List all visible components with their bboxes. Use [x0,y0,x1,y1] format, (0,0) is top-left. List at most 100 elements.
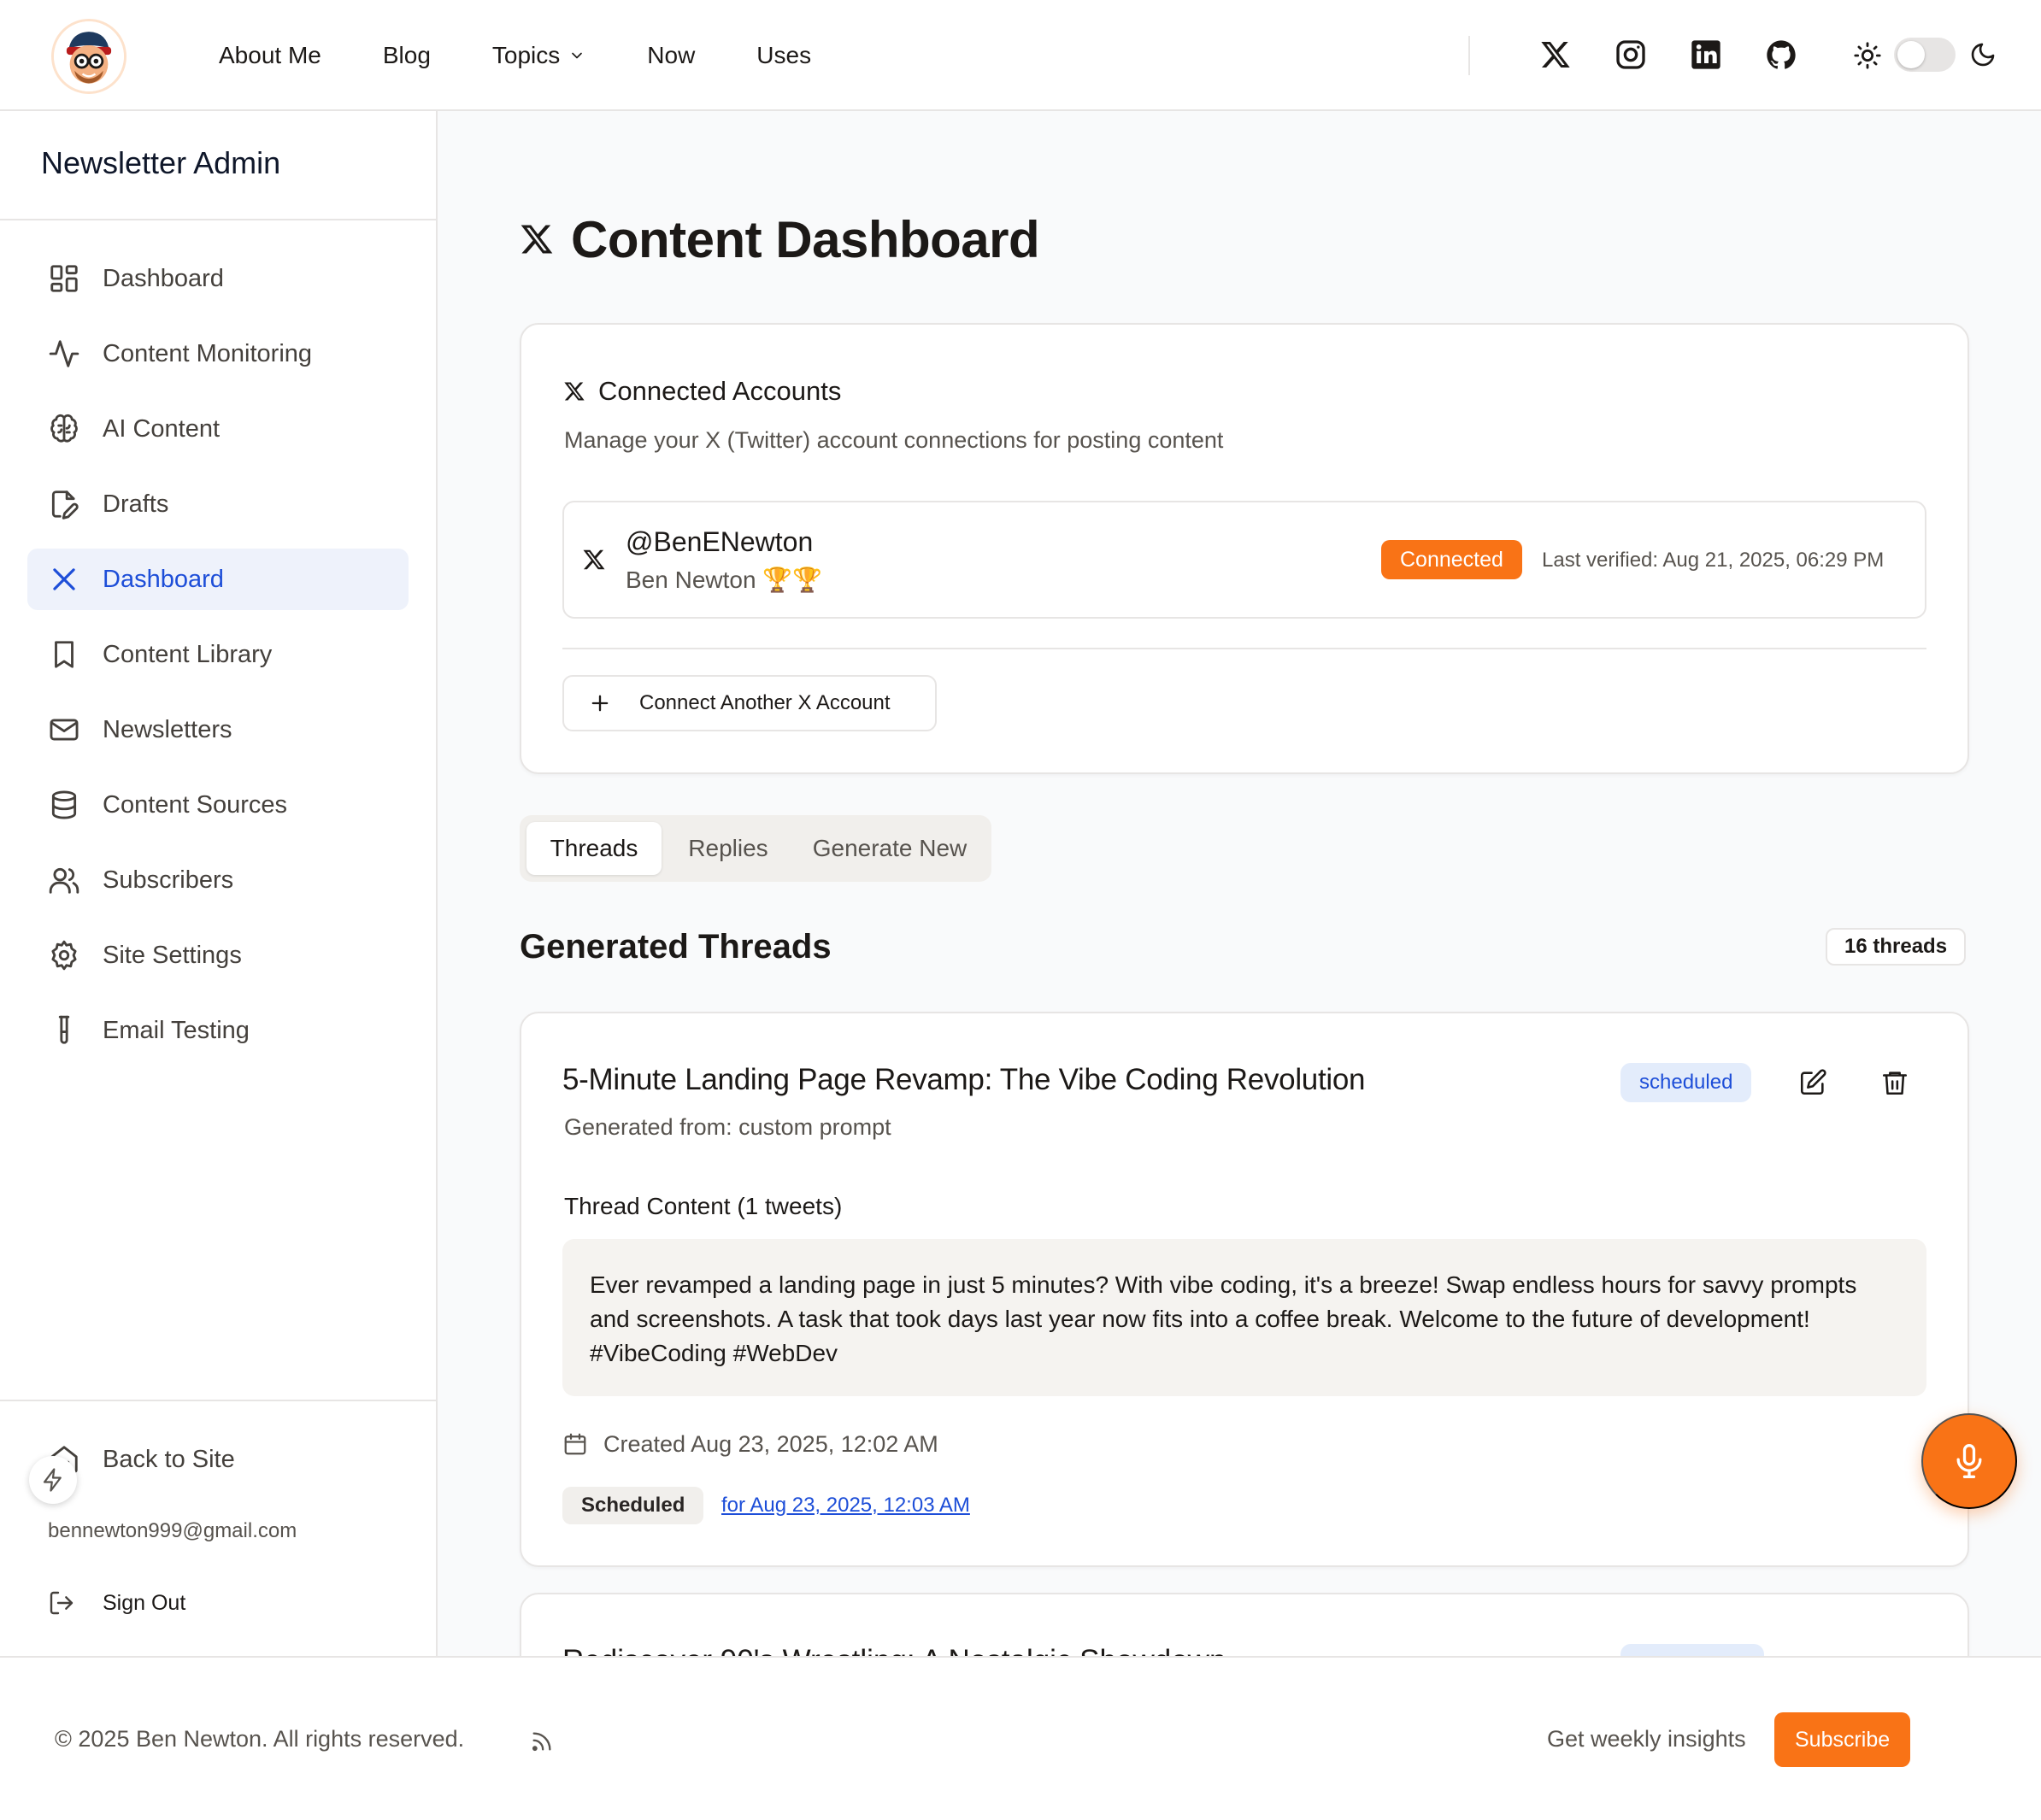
section-title: Generated Threads [520,928,832,966]
microphone-icon [1950,1442,1988,1480]
layout-grid-icon [48,262,80,295]
nav-label: Blog [382,42,431,68]
admin-sidebar: Newsletter Admin Dashboard Content Monit… [0,111,438,1656]
thread-content-heading: Thread Content (1 tweets) [564,1193,843,1219]
card-divider [562,648,1926,649]
theme-toggle-knob [1897,41,1925,68]
bookmark-icon [48,638,80,671]
moon-icon [1969,41,1997,68]
instagram-icon[interactable] [1614,38,1648,72]
sidebar-item-label: Dashboard [103,264,224,292]
sidebar-item-content-library[interactable]: Content Library [27,624,409,685]
sidebar-item-label: Site Settings [103,941,242,969]
site-footer: © 2025 Ben Newton. All rights reserved. … [0,1656,2041,1820]
x-icon [48,563,80,596]
sidebar-title: Newsletter Admin [41,145,281,180]
x-icon[interactable] [1538,38,1573,72]
calendar-icon [562,1431,588,1457]
back-to-site-label: Back to Site [103,1445,235,1473]
last-verified: Last verified: Aug 21, 2025, 06:29 PM [1542,549,1885,572]
sidebar-item-label: Content Sources [103,790,288,819]
page-title-text: Content Dashboard [571,210,1040,268]
sidebar-item-site-settings[interactable]: Site Settings [27,925,409,986]
subscribe-button[interactable]: Subscribe [1774,1712,1911,1767]
quick-action-badge[interactable] [29,1456,77,1504]
x-logo-icon [562,379,586,403]
sidebar-bottom-divider [0,1400,436,1401]
user-email: bennewton999@gmail.com [48,1519,297,1542]
sidebar-item-label: AI Content [103,414,221,443]
sidebar-item-ai-content[interactable]: AI Content [27,398,409,460]
github-icon[interactable] [1764,38,1798,72]
sidebar-item-label: Newsletters [103,715,232,743]
voice-input-button[interactable] [1921,1413,2017,1509]
sidebar-item-drafts[interactable]: Drafts [27,473,409,535]
sidebar-item-label: Email Testing [103,1016,250,1044]
top-navigation: About Me Blog Topics Now Uses [0,0,2041,111]
account-name: Ben Newton 🏆🏆 [626,567,823,593]
tab-generate-new[interactable]: Generate New [795,822,985,875]
mail-icon [48,713,80,746]
rss-icon[interactable] [530,1729,554,1753]
thread-count-badge: 16 threads [1826,928,1967,966]
nav-topics-dropdown[interactable]: Topics [492,42,585,69]
sidebar-item-label: Dashboard [103,565,224,593]
test-tube-icon [48,1014,80,1047]
linkedin-icon[interactable] [1689,38,1723,72]
nav-label: Now [647,42,696,68]
sidebar-item-subscribers[interactable]: Subscribers [27,849,409,911]
nav-blog[interactable]: Blog [383,42,431,69]
connect-account-label: Connect Another X Account [639,691,891,714]
sidebar-item-x-dashboard[interactable]: Dashboard [27,549,409,610]
theme-toggle[interactable] [1894,38,1956,72]
sidebar-item-content-monitoring[interactable]: Content Monitoring [27,323,409,385]
edit-icon[interactable] [1798,1068,1827,1097]
chevron-down-icon [568,47,585,64]
users-icon [48,864,80,896]
sidebar-item-label: Content Monitoring [103,339,313,367]
subscribe-cta-text: Get weekly insights [1547,1726,1746,1752]
sidebar-item-dashboard[interactable]: Dashboard [27,248,409,309]
activity-icon [48,338,80,370]
nav-now[interactable]: Now [647,42,695,69]
sidebar-divider [0,219,436,220]
created-text: Created Aug 23, 2025, 12:02 AM [603,1430,938,1457]
tweet-content: Ever revamped a landing page in just 5 m… [562,1239,1926,1396]
scheduled-badge: Scheduled [562,1487,704,1524]
site-logo-avatar[interactable] [51,19,126,94]
sidebar-item-content-sources[interactable]: Content Sources [27,774,409,836]
sidebar-item-email-testing[interactable]: Email Testing [27,1000,409,1061]
card-header: Connected Accounts [562,374,841,408]
nav-uses[interactable]: Uses [756,42,811,69]
account-handle: @BenENewton [626,526,814,557]
sidebar-item-newsletters[interactable]: Newsletters [27,699,409,760]
status-badge: Connected [1381,540,1522,579]
card-subtitle: Manage your X (Twitter) account connecti… [564,427,1224,453]
sidebar-item-label: Content Library [103,640,273,668]
copyright: © 2025 Ben Newton. All rights reserved. [55,1726,465,1752]
nav-about-me[interactable]: About Me [219,42,321,69]
thread-source: Generated from: custom prompt [564,1114,891,1140]
x-logo-icon [581,547,607,572]
nav-label: Uses [756,42,812,68]
gear-icon [48,939,80,972]
nav-divider [1468,36,1470,75]
sign-out-label: Sign Out [103,1590,186,1615]
tab-threads[interactable]: Threads [526,822,662,875]
lightning-icon [40,1467,66,1493]
sidebar-item-label: Drafts [103,490,169,518]
main-nav: About Me Blog Topics Now Uses [219,0,873,111]
connect-account-button[interactable]: Connect Another X Account [562,675,937,731]
trash-icon[interactable] [1880,1068,1909,1097]
plus-icon [588,691,612,715]
page-title: Content Dashboard [518,207,1040,272]
sign-out-button[interactable]: Sign Out [48,1584,185,1622]
nav-label: Topics [491,42,561,68]
thread-title: 5-Minute Landing Page Revamp: The Vibe C… [562,1063,1366,1096]
thread-card: 5-Minute Landing Page Revamp: The Vibe C… [520,1012,1969,1567]
sidebar-item-back-to-site[interactable]: Back to Site [27,1429,409,1490]
tab-replies[interactable]: Replies [665,822,791,875]
file-edit-icon [48,488,80,520]
scheduled-time-link[interactable]: for Aug 23, 2025, 12:03 AM [721,1494,970,1518]
status-badge: scheduled [1620,1063,1752,1102]
